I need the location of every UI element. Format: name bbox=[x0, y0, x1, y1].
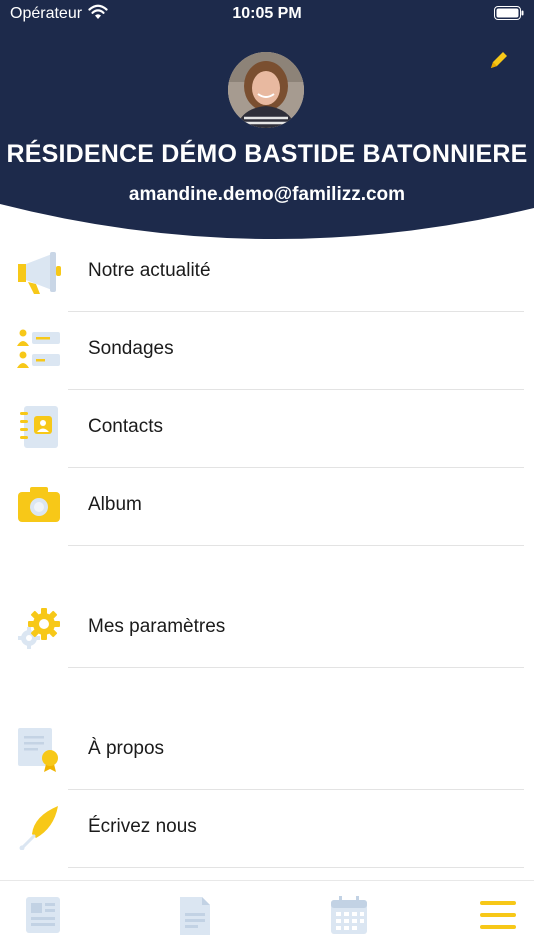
camera-icon bbox=[14, 482, 64, 528]
menu-item-sondages[interactable]: Sondages bbox=[0, 312, 534, 390]
user-email: amandine.demo@familizz.com bbox=[128, 184, 406, 205]
certificate-icon bbox=[14, 726, 64, 772]
residence-title: RÉSIDENCE DÉMO BASTIDE BATONNIERE bbox=[6, 140, 528, 168]
status-bar: Opérateur 10:05 PM bbox=[0, 0, 534, 30]
menu-item-actualite[interactable]: Notre actualité bbox=[0, 234, 534, 312]
menu-item-ecrivez-nous[interactable]: Écrivez nous bbox=[0, 790, 534, 868]
gear-icon bbox=[14, 604, 64, 650]
avatar[interactable] bbox=[228, 52, 304, 128]
menu-item-album[interactable]: Album bbox=[0, 468, 534, 546]
menu-item-label: À propos bbox=[88, 738, 165, 759]
menu-item-a-propos[interactable]: À propos bbox=[0, 712, 534, 790]
menu-item-parametres[interactable]: Mes paramètres bbox=[0, 590, 534, 668]
menu-item-label: Contacts bbox=[88, 416, 163, 437]
calendar-icon[interactable] bbox=[326, 893, 372, 939]
avatar-photo bbox=[228, 52, 304, 128]
tab-bar bbox=[0, 880, 534, 951]
menu-item-label: Mes paramètres bbox=[88, 616, 226, 637]
divider bbox=[68, 867, 524, 868]
feather-pen-icon bbox=[14, 804, 64, 851]
poll-icon bbox=[14, 326, 64, 372]
menu-item-label: Écrivez nous bbox=[88, 816, 197, 837]
clock-time: 10:05 PM bbox=[232, 5, 302, 22]
document-icon[interactable] bbox=[172, 893, 218, 939]
menu-item-label: Notre actualité bbox=[88, 260, 211, 281]
divider bbox=[68, 545, 524, 546]
menu-icon[interactable] bbox=[476, 893, 522, 939]
contact-book-icon bbox=[14, 404, 64, 450]
newspaper-icon[interactable] bbox=[20, 893, 66, 939]
battery-icon bbox=[494, 6, 524, 25]
menu-item-label: Album bbox=[88, 494, 142, 515]
menu-item-contacts[interactable]: Contacts bbox=[0, 390, 534, 468]
profile-header: Opérateur 10:05 PM RÉSIDENCE DÉMO BASTID… bbox=[0, 0, 534, 250]
menu-item-label: Sondages bbox=[88, 338, 174, 359]
divider bbox=[68, 667, 524, 668]
megaphone-icon bbox=[14, 248, 64, 294]
pencil-icon[interactable] bbox=[487, 48, 511, 77]
